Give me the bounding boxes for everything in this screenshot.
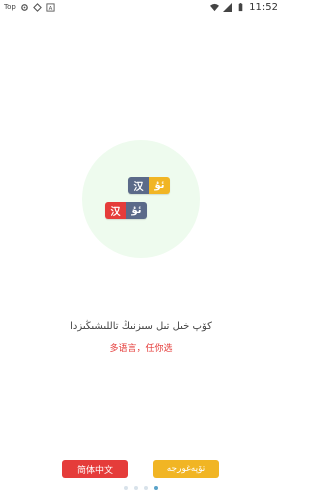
language-tag-top: 汉 ئۇ (128, 177, 170, 194)
uyghur-subtitle: كۆپ خىل تىل سىزنىڭ تاللىشىڭىزدا (70, 321, 212, 332)
chinese-language-button[interactable]: 简体中文 (62, 460, 128, 478)
svg-text:A: A (48, 5, 52, 11)
status-right: 11:52 (210, 0, 278, 14)
tag-bottom-uyghur: ئۇ (126, 202, 147, 219)
onboarding-screen: Top A 11:52 汉 ئۇ 汉 ئۇ كۆپ خىل تىل سىزنىڭ… (0, 0, 282, 500)
page-dot (144, 486, 148, 490)
status-bar: Top A 11:52 (0, 0, 282, 14)
uyghur-language-button[interactable]: تۆپەغورجە (153, 460, 219, 478)
chinese-subtitle: 多语言，任你选 (109, 344, 173, 354)
page-dot (134, 486, 138, 490)
signal-icon (223, 2, 233, 12)
status-time: 11:52 (249, 1, 278, 13)
page-dot (124, 486, 128, 490)
page-indicator (0, 486, 282, 490)
battery-icon (238, 2, 243, 11)
tag-bottom-chinese: 汉 (105, 202, 126, 219)
a-icon: A (46, 2, 55, 11)
tag-top-chinese: 汉 (128, 177, 149, 194)
language-illustration: 汉 ئۇ 汉 ئۇ (104, 173, 184, 223)
wifi-icon (210, 3, 220, 11)
settings-icon (32, 2, 42, 12)
tag-top-uyghur: ئۇ (149, 177, 170, 194)
status-app-label: Top (4, 3, 16, 11)
language-tag-bottom: 汉 ئۇ (105, 202, 147, 219)
status-left: Top A (0, 2, 55, 12)
gear-icon (20, 3, 28, 11)
page-dot-active (154, 486, 158, 490)
